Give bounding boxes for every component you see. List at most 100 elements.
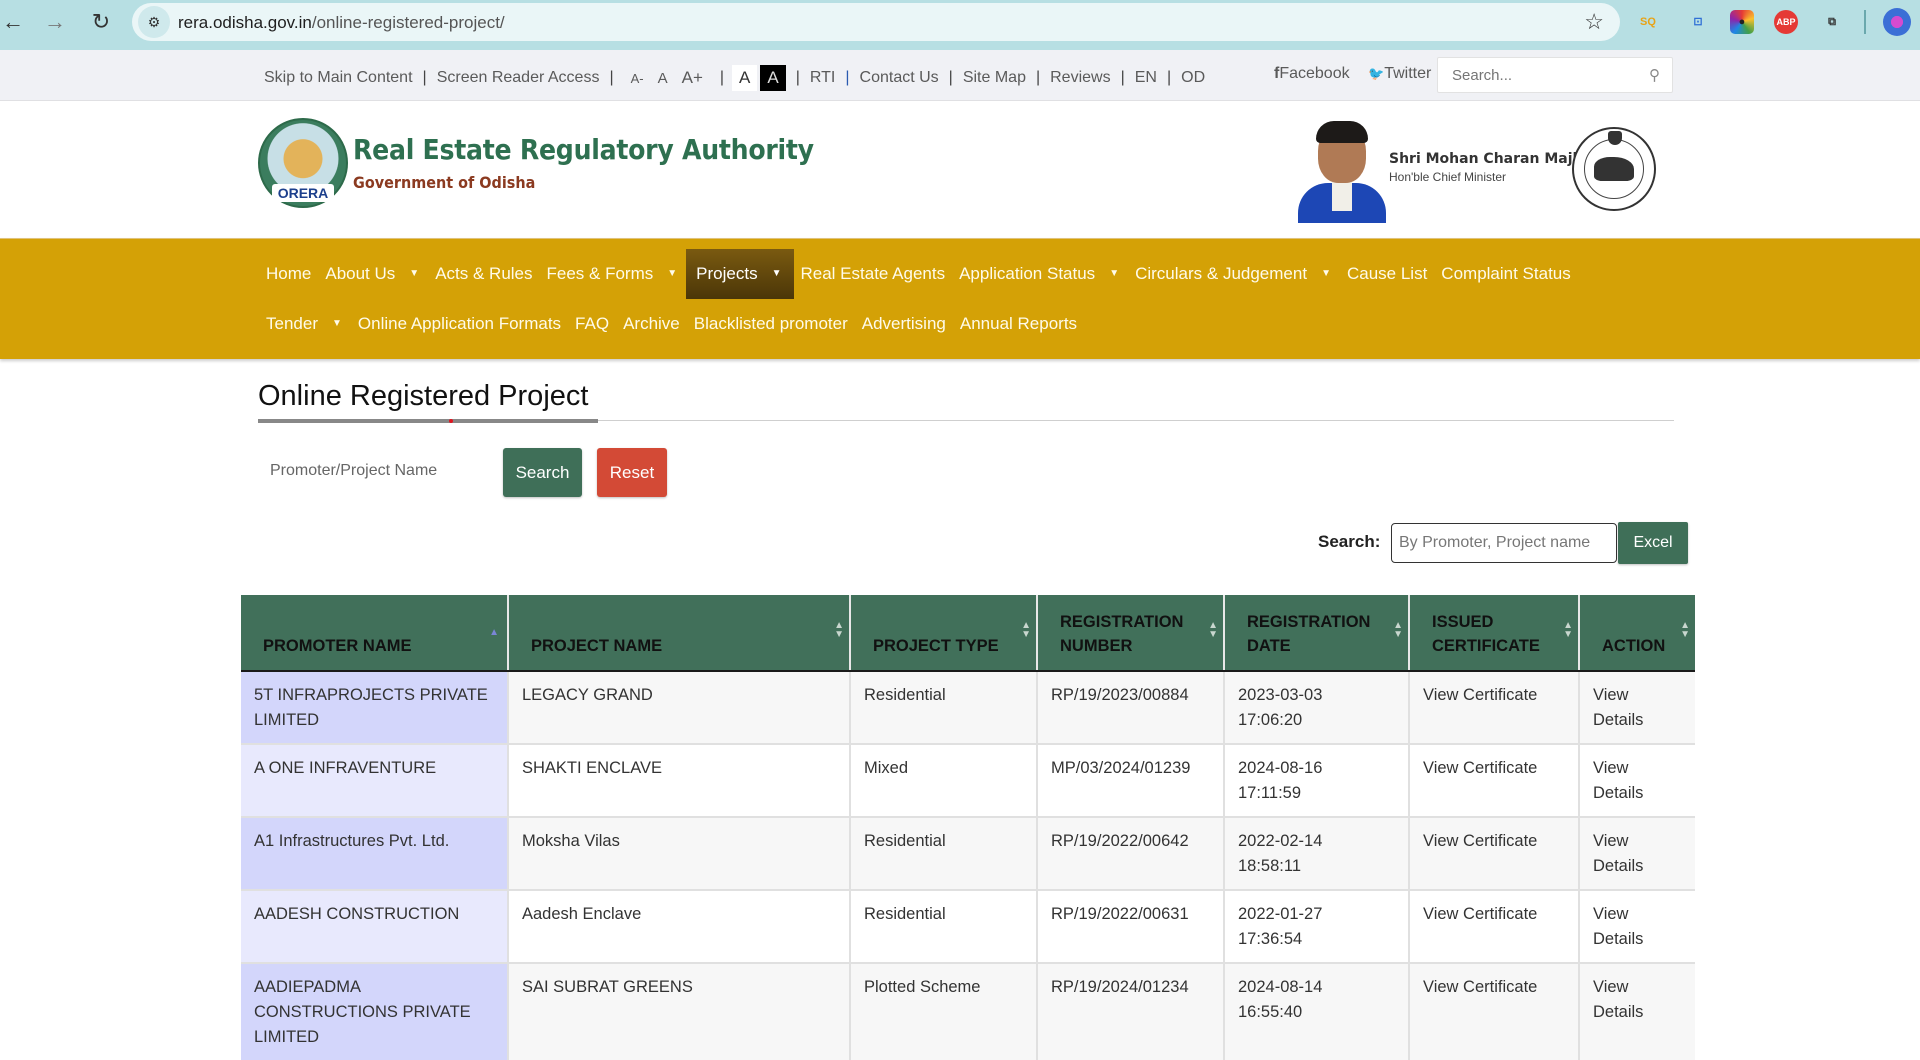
back-arrow-icon[interactable]: ← — [0, 9, 26, 35]
dark-contrast-button[interactable]: A — [760, 65, 786, 91]
address-bar[interactable]: ⚙ rera.odisha.gov.in/online-registered-p… — [132, 3, 1620, 41]
nav-item-complaint-status[interactable]: Complaint Status — [1434, 249, 1577, 299]
table-row: AADESH CONSTRUCTION Aadesh Enclave Residen… — [241, 889, 1695, 963]
reviews-link[interactable]: Reviews — [1050, 69, 1110, 87]
table-search-input[interactable] — [1391, 523, 1617, 563]
view-details-cell: View Details — [1578, 889, 1695, 963]
column-header-label: PROMOTER NAME — [263, 637, 412, 655]
column-header-action[interactable]: ACTION ▲ ▼ — [1578, 595, 1695, 672]
caret-down-icon[interactable]: ▼ — [1321, 249, 1331, 299]
lang-en-link[interactable]: EN — [1135, 69, 1157, 87]
sort-both-icon[interactable]: ▲ ▼ — [834, 621, 844, 640]
nav-item-application-status[interactable]: Application Status ▼ — [952, 249, 1128, 299]
bookmark-star-icon[interactable]: ☆ — [1584, 9, 1604, 35]
caret-down-icon[interactable]: ▼ — [332, 299, 342, 349]
sort-both-icon[interactable]: ▲ ▼ — [1021, 621, 1031, 640]
promoter-project-name-field[interactable]: Promoter/Project Name — [270, 462, 437, 480]
caret-down-icon[interactable]: ▼ — [667, 249, 677, 299]
nav-item-faq[interactable]: FAQ — [568, 299, 616, 349]
reload-icon[interactable]: ↻ — [88, 9, 114, 35]
font-decrease-button[interactable]: A- — [631, 71, 644, 86]
registration-number-cell: RP/19/2022/00642 — [1036, 816, 1224, 890]
registration-date-cell: 2023-03-03 17:06:20 — [1223, 670, 1409, 744]
table-row: A1 Infrastructures Pvt. Ltd. Moksha Vilas… — [241, 816, 1695, 890]
column-header-registration-date[interactable]: REGISTRATION DATE ▲ ▼ — [1223, 595, 1409, 672]
skip-to-main-link[interactable]: Skip to Main Content — [264, 69, 413, 87]
view-details-link[interactable]: View Details — [1593, 975, 1653, 1025]
font-normal-button[interactable]: A — [658, 70, 668, 87]
column-header-registration-number[interactable]: REGISTRATION NUMBER ▲ ▼ — [1036, 595, 1224, 672]
sq-extension-icon[interactable]: SQ — [1636, 10, 1660, 34]
nav-item-projects[interactable]: Projects ▼ — [686, 249, 794, 299]
promoter-name-cell: AADESH CONSTRUCTION — [241, 889, 508, 963]
site-info-icon[interactable]: ⚙ — [138, 6, 170, 38]
column-header-issued-certificate[interactable]: ISSUED CERTIFICATE ▲ ▼ — [1408, 595, 1579, 672]
nav-item-tender[interactable]: Tender ▼ — [259, 299, 351, 349]
view-certificate-link[interactable]: View Certificate — [1423, 832, 1537, 850]
view-certificate-link[interactable]: View Certificate — [1423, 759, 1537, 777]
nav-item-cause-list[interactable]: Cause List — [1340, 249, 1434, 299]
facebook-link[interactable]: fFacebook — [1274, 65, 1350, 83]
project-type-cell: Residential — [849, 889, 1037, 963]
view-certificate-link[interactable]: View Certificate — [1423, 905, 1537, 923]
utility-bar: Skip to Main Content | Screen Reader Acc… — [0, 50, 1920, 101]
view-details-link[interactable]: View Details — [1593, 683, 1653, 733]
url-text[interactable]: rera.odisha.gov.in/online-registered-pro… — [178, 13, 505, 33]
sort-both-icon[interactable]: ▲ ▼ — [1680, 621, 1690, 640]
caret-down-icon[interactable]: ▼ — [1109, 249, 1119, 299]
orera-logo[interactable]: ORERA — [258, 118, 348, 208]
site-map-link[interactable]: Site Map — [963, 69, 1026, 87]
view-certificate-link[interactable]: View Certificate — [1423, 686, 1537, 704]
table-row: AADIEPADMA CONSTRUCTIONS PRIVATE LIMITED… — [241, 962, 1695, 1060]
promoter-name: A ONE INFRAVENTURE — [254, 759, 437, 777]
profile-avatar[interactable] — [1883, 8, 1911, 36]
column-header-promoter-name[interactable]: PROMOTER NAME ▲ — [241, 595, 508, 672]
column-header-project-name[interactable]: PROJECT NAME ▲ ▼ — [507, 595, 850, 672]
nav-item-archive[interactable]: Archive — [616, 299, 687, 349]
nav-item-real-estate-agents[interactable]: Real Estate Agents — [794, 249, 953, 299]
site-title: Real Estate Regulatory Authority — [353, 133, 814, 166]
view-certificate-link[interactable]: View Certificate — [1423, 978, 1537, 996]
lang-od-link[interactable]: OD — [1181, 69, 1205, 87]
reset-button[interactable]: Reset — [597, 448, 667, 497]
nav-item-acts-rules[interactable]: Acts & Rules — [428, 249, 539, 299]
nav-item-label: Online Application Formats — [357, 314, 562, 333]
nav-item-about-us[interactable]: About Us ▼ — [318, 249, 428, 299]
nav-item-home[interactable]: Home — [259, 249, 318, 299]
nav-item-label: Fees & Forms — [546, 264, 654, 283]
nav-item-circulars-judgement[interactable]: Circulars & Judgement ▼ — [1128, 249, 1340, 299]
screen-reader-link[interactable]: Screen Reader Access — [437, 69, 600, 87]
nav-item-advertising[interactable]: Advertising — [855, 299, 953, 349]
column-header-project-type[interactable]: PROJECT TYPE ▲ ▼ — [849, 595, 1037, 672]
forward-arrow-icon[interactable]: → — [42, 9, 68, 35]
caret-down-icon[interactable]: ▼ — [772, 249, 782, 299]
url-host: rera.odisha.gov.in — [178, 13, 312, 32]
site-search-input[interactable] — [1452, 58, 1642, 92]
caret-down-icon[interactable]: ▼ — [409, 249, 419, 299]
screen-recorder-extension-icon[interactable]: ● — [1730, 10, 1754, 34]
font-increase-button[interactable]: A+ — [682, 68, 703, 88]
nav-item-online-application-formats[interactable]: Online Application Formats — [351, 299, 568, 349]
twitter-link[interactable]: 🐦Twitter — [1368, 65, 1431, 83]
contact-us-link[interactable]: Contact Us — [860, 69, 939, 87]
view-details-link[interactable]: View Details — [1593, 902, 1653, 952]
search-button[interactable]: Search — [503, 448, 582, 497]
light-contrast-button[interactable]: A — [732, 65, 758, 91]
sort-both-icon[interactable]: ▲ ▼ — [1393, 621, 1403, 640]
rti-link[interactable]: RTI — [810, 69, 835, 87]
sort-both-icon[interactable]: ▲ ▼ — [1563, 621, 1573, 640]
view-details-link[interactable]: View Details — [1593, 756, 1653, 806]
view-details-link[interactable]: View Details — [1593, 829, 1653, 879]
excel-export-button[interactable]: Excel — [1618, 522, 1688, 564]
search-icon[interactable]: ⚲ — [1649, 66, 1660, 84]
sort-ascending-icon[interactable]: ▲ — [489, 621, 499, 645]
adblock-plus-extension-icon[interactable]: ABP — [1774, 10, 1798, 34]
tab-manager-extension-icon[interactable]: ⊡ — [1686, 10, 1710, 34]
sort-both-icon[interactable]: ▲ ▼ — [1208, 621, 1218, 640]
nav-item-fees-forms[interactable]: Fees & Forms ▼ — [540, 249, 687, 299]
table-row: A ONE INFRAVENTURE SHAKTI ENCLAVE Mixed MP/… — [241, 743, 1695, 817]
extensions-puzzle-icon[interactable]: ⧉ — [1820, 10, 1844, 34]
nav-item-annual-reports[interactable]: Annual Reports — [953, 299, 1084, 349]
project-type: Plotted Scheme — [864, 978, 981, 996]
nav-item-blacklisted-promoter[interactable]: Blacklisted promoter — [687, 299, 855, 349]
